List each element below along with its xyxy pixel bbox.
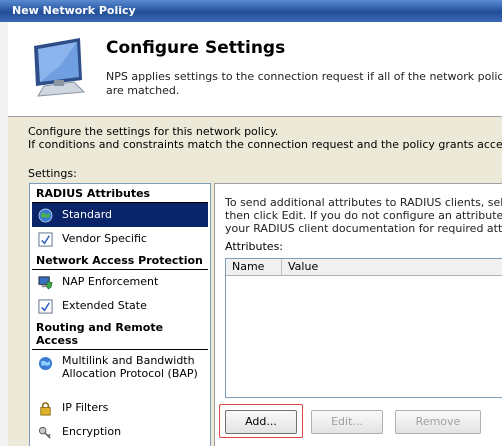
settings-item-label: IP Filters xyxy=(62,401,109,414)
settings-list[interactable]: RADIUS Attributes Standard Vendor Specif… xyxy=(29,183,211,446)
settings-label: Settings: xyxy=(28,167,77,180)
wizard-body: Configure the settings for this network … xyxy=(8,117,502,446)
page-title: Configure Settings xyxy=(106,38,286,58)
attributes-panel: To send additional attributes to RADIUS … xyxy=(214,183,502,446)
settings-item-label: Encryption xyxy=(62,425,122,438)
settings-item-encryption[interactable]: Encryption xyxy=(32,420,208,444)
settings-item-label: Vendor Specific xyxy=(62,232,147,245)
settings-item-label: NAP Enforcement xyxy=(62,275,159,288)
intro-line: If conditions and constraints match the … xyxy=(28,138,502,151)
settings-item-label: Extended State xyxy=(62,299,147,312)
category-radius-attributes: RADIUS Attributes xyxy=(32,186,208,203)
globe-icon xyxy=(38,356,53,371)
settings-item-vendor-specific[interactable]: Vendor Specific xyxy=(32,227,208,251)
wizard-header: Configure Settings NPS applies settings … xyxy=(8,22,502,117)
settings-item-nap-enforcement[interactable]: NAP Enforcement xyxy=(32,270,208,294)
lock-icon xyxy=(40,402,51,416)
globe-icon xyxy=(38,208,53,223)
column-header-name[interactable]: Name xyxy=(226,259,282,275)
attributes-description: To send additional attributes to RADIUS … xyxy=(225,196,502,235)
category-network-access-protection: Network Access Protection xyxy=(32,253,208,270)
new-network-policy-window: New Network Policy Configure Settings NP… xyxy=(0,0,502,446)
computer-shield-icon xyxy=(38,276,53,290)
settings-item-label: Multilink and Bandwidth Allocation Proto… xyxy=(62,354,198,380)
description-line: then click Edit. If you do not configure… xyxy=(225,209,502,222)
key-icon xyxy=(38,426,51,439)
header-description: NPS applies settings to the connection r… xyxy=(106,70,502,98)
settings-item-multilink-bap[interactable]: Multilink and Bandwidth Allocation Proto… xyxy=(32,350,208,396)
checklist-icon xyxy=(38,232,53,247)
intro-line: Configure the settings for this network … xyxy=(28,125,279,138)
computer-monitor-icon xyxy=(34,38,86,97)
attributes-header: Name Value xyxy=(226,259,502,276)
column-header-value[interactable]: Value xyxy=(282,259,502,275)
window-title-bar[interactable]: New Network Policy xyxy=(0,0,502,22)
checklist-icon xyxy=(38,299,53,314)
description-line: To send additional attributes to RADIUS … xyxy=(225,196,502,209)
header-description-line: are matched. xyxy=(106,84,180,97)
header-description-line: NPS applies settings to the connection r… xyxy=(106,70,502,83)
remove-button[interactable]: Remove xyxy=(395,410,481,434)
description-line: your RADIUS client documentation for req… xyxy=(225,222,502,235)
settings-item-ip-filters[interactable]: IP Filters xyxy=(32,396,208,420)
intro-text: Configure the settings for this network … xyxy=(28,125,502,151)
settings-item-label: Standard xyxy=(62,208,113,221)
add-button[interactable]: Add... xyxy=(225,410,297,434)
attributes-list[interactable]: Name Value xyxy=(225,258,502,398)
attributes-label: Attributes: xyxy=(225,240,284,253)
edit-button[interactable]: Edit... xyxy=(311,410,383,434)
category-routing-and-remote-access: Routing and Remote Access xyxy=(32,320,208,350)
settings-item-extended-state[interactable]: Extended State xyxy=(32,294,208,318)
settings-item-standard[interactable]: Standard xyxy=(32,203,208,227)
